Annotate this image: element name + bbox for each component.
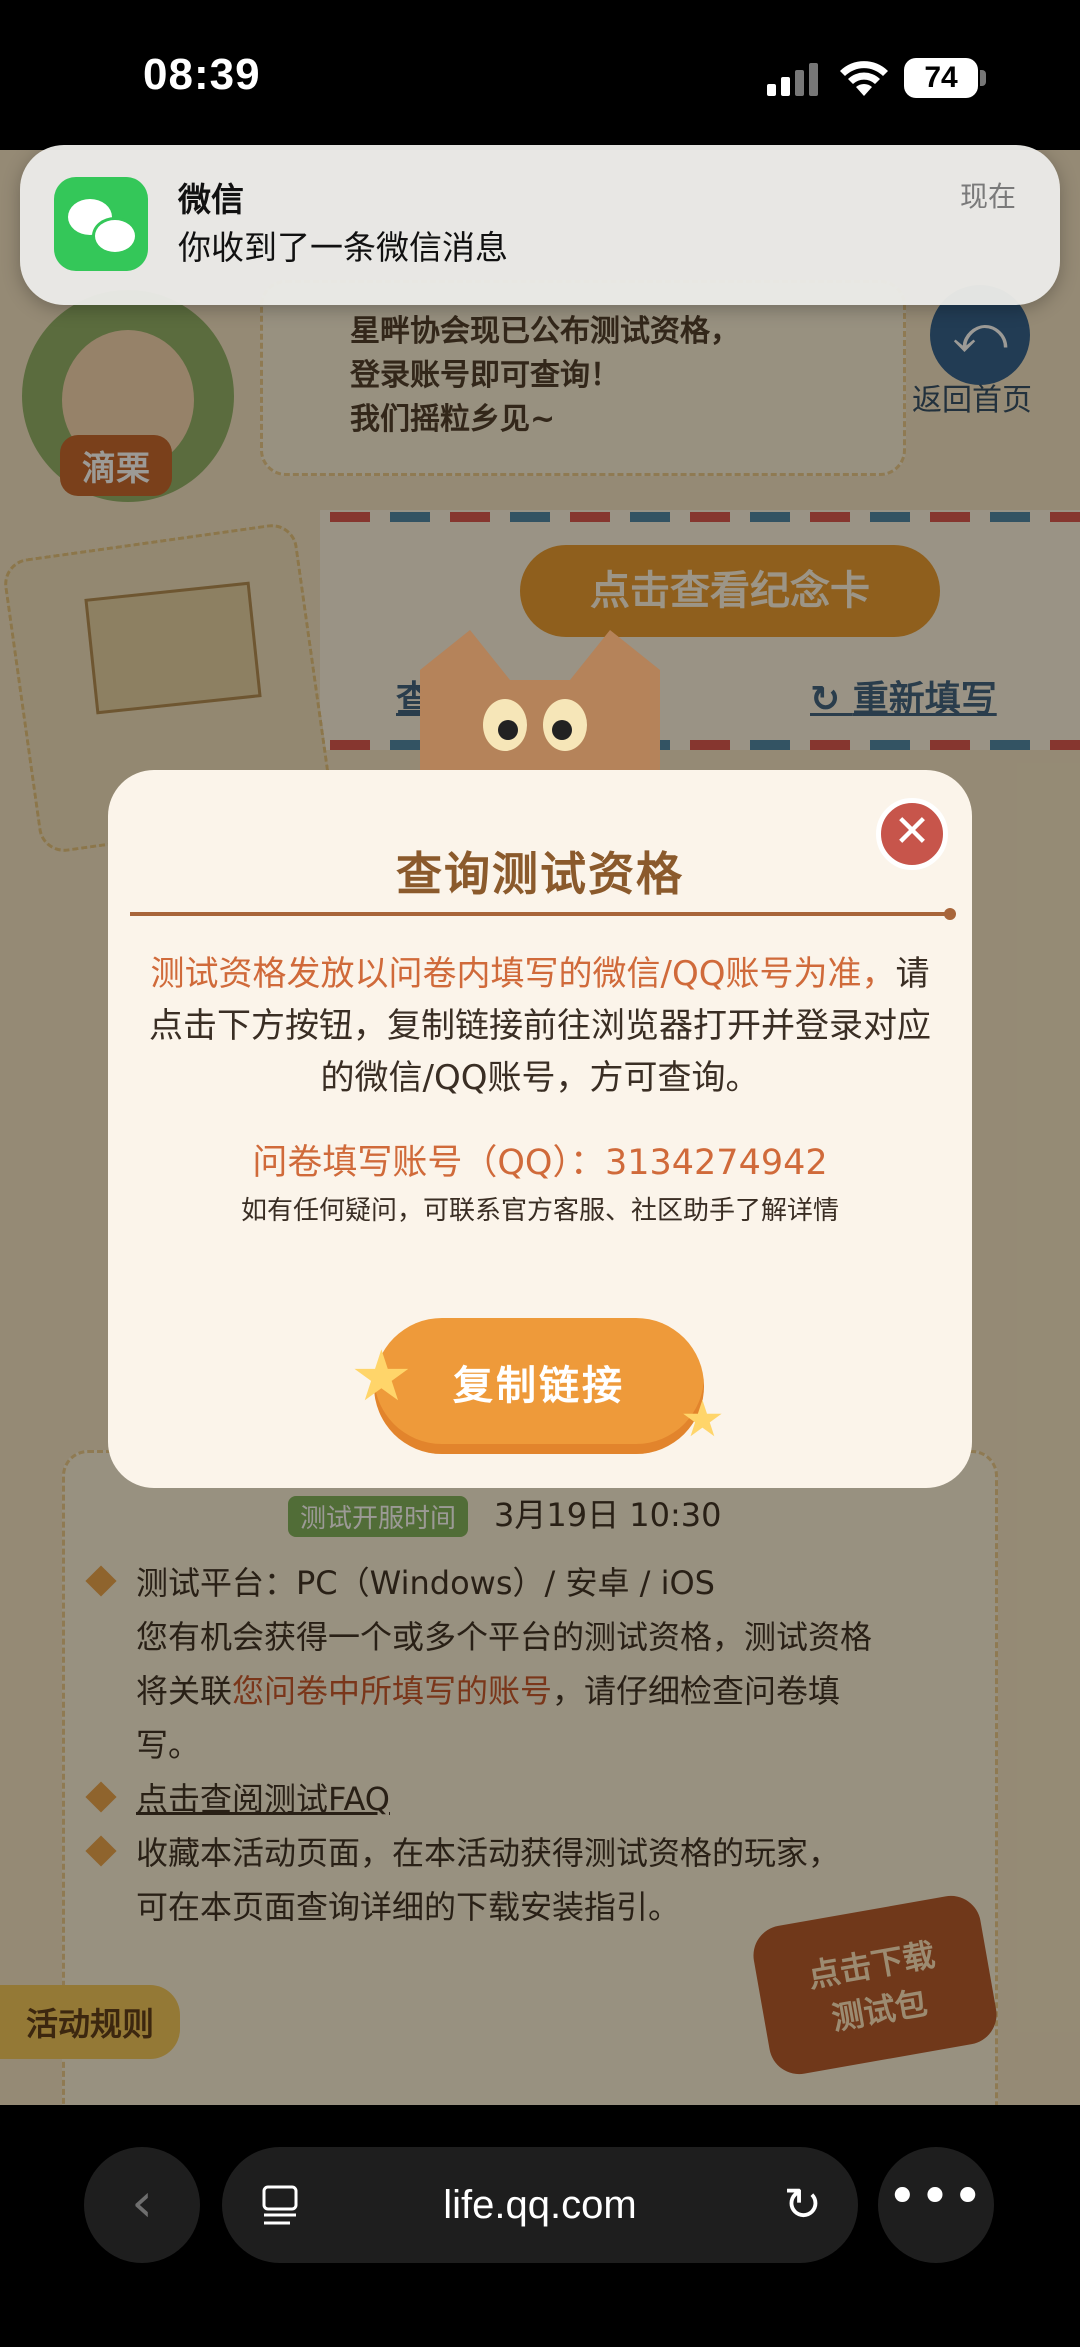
- wifi-icon: [840, 61, 888, 96]
- notification-app: 微信: [178, 180, 244, 219]
- battery-tip: [980, 70, 986, 86]
- browser-toolbar: ‹ life.qq.com ↻ •••: [0, 2105, 1080, 2347]
- battery-icon: 74: [904, 58, 978, 98]
- survey-account: 问卷填写账号（QQ）：3134274942: [252, 1143, 828, 1183]
- help-text: 如有任何疑问，可联系官方客服、社区助手了解详情: [240, 1196, 839, 1226]
- notification-time: 现在: [959, 180, 1016, 213]
- copy-link-button[interactable]: 复制链接: [374, 1318, 704, 1454]
- star-icon: ★: [350, 1335, 413, 1417]
- notification-message: 你收到了一条微信消息: [178, 228, 508, 267]
- address-bar[interactable]: life.qq.com ↻: [222, 2147, 858, 2263]
- wechat-notification[interactable]: 微信 你收到了一条微信消息 现在: [20, 145, 1060, 305]
- modal-title: 查询测试资格: [396, 847, 684, 901]
- wechat-icon: [54, 177, 148, 271]
- status-time: 08:39: [143, 50, 261, 99]
- more-icon[interactable]: •••: [878, 2147, 994, 2263]
- star-icon: ★: [680, 1390, 725, 1448]
- title-divider: [130, 908, 956, 920]
- modal-description: 测试资格发放以问卷内填写的微信/QQ账号为准，请点击下方按钮，复制链接前往浏览器…: [149, 954, 931, 1098]
- url-text[interactable]: life.qq.com: [222, 2183, 858, 2228]
- cellular-signal-icon: [767, 63, 818, 96]
- back-button[interactable]: ‹: [84, 2147, 200, 2263]
- status-bar: 08:39 74: [0, 0, 1080, 150]
- reload-icon[interactable]: ↻: [783, 2177, 822, 2231]
